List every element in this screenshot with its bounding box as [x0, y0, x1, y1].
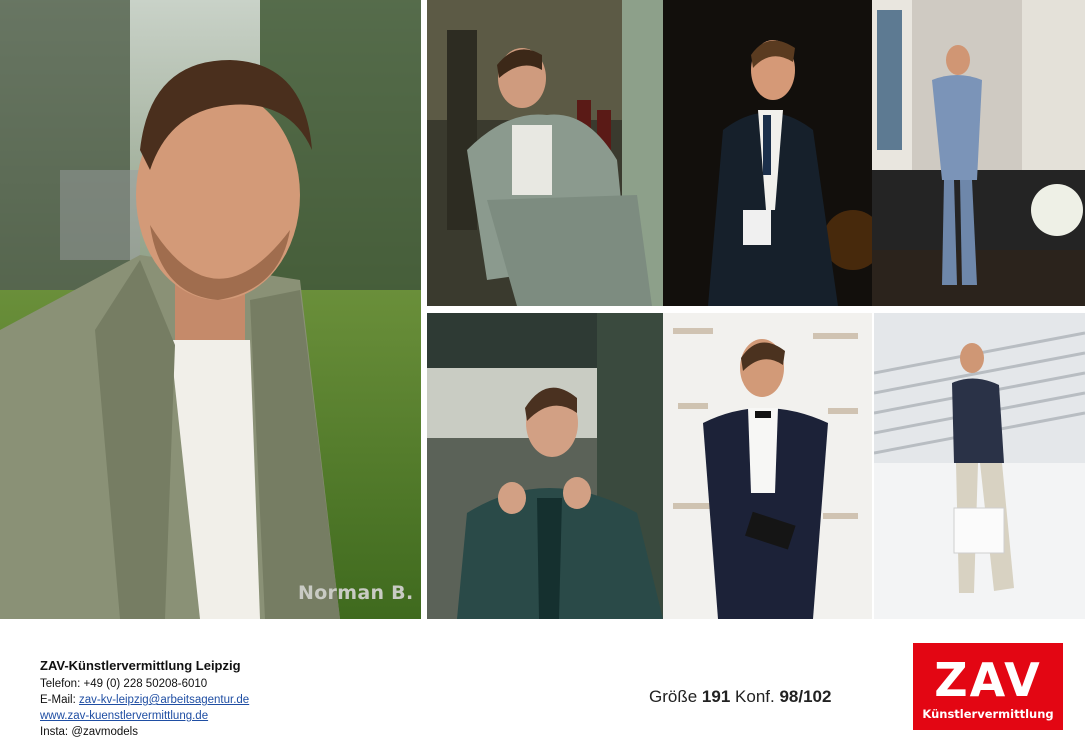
size-label: Größe: [649, 687, 698, 706]
zav-logo: ZAV Künstlervermittlung: [913, 643, 1063, 730]
photo-tuxedo-red-carpet: [663, 313, 872, 619]
main-portrait-photo: [0, 0, 421, 619]
photo-stage-microphone: [872, 0, 1085, 306]
photo-seated-lounge: [427, 0, 663, 306]
contact-block: ZAV-Künstlervermittlung Leipzig Telefon:…: [40, 657, 249, 740]
logo-text: ZAV: [934, 653, 1042, 707]
photo-stage-dark-suit: [663, 0, 872, 306]
measurements: Größe 191 Konf. 98/102: [649, 687, 831, 707]
model-name-overlay: Norman B.: [298, 582, 414, 604]
size-value: 191: [701, 687, 731, 706]
insta-line: Insta: @zavmodels: [40, 726, 138, 738]
email-line: E-Mail: zav-kv-leipzig@arbeitsagentur.de: [40, 692, 249, 708]
agency-name: ZAV-Künstlervermittlung Leipzig: [40, 658, 241, 673]
website-link[interactable]: www.zav-kuenstlervermittlung.de: [40, 710, 208, 722]
konf-label: Konf.: [735, 687, 775, 706]
email-link[interactable]: zav-kv-leipzig@arbeitsagentur.de: [79, 694, 249, 706]
photo-green-suit-terrace: [427, 313, 663, 619]
photo-blazer-stairs: [874, 313, 1085, 619]
phone-line: Telefon: +49 (0) 228 50208-6010: [40, 678, 208, 690]
email-label: E-Mail:: [40, 694, 79, 706]
konf-value: 98/102: [779, 687, 832, 706]
logo-subtext: Künstlervermittlung: [922, 707, 1054, 721]
